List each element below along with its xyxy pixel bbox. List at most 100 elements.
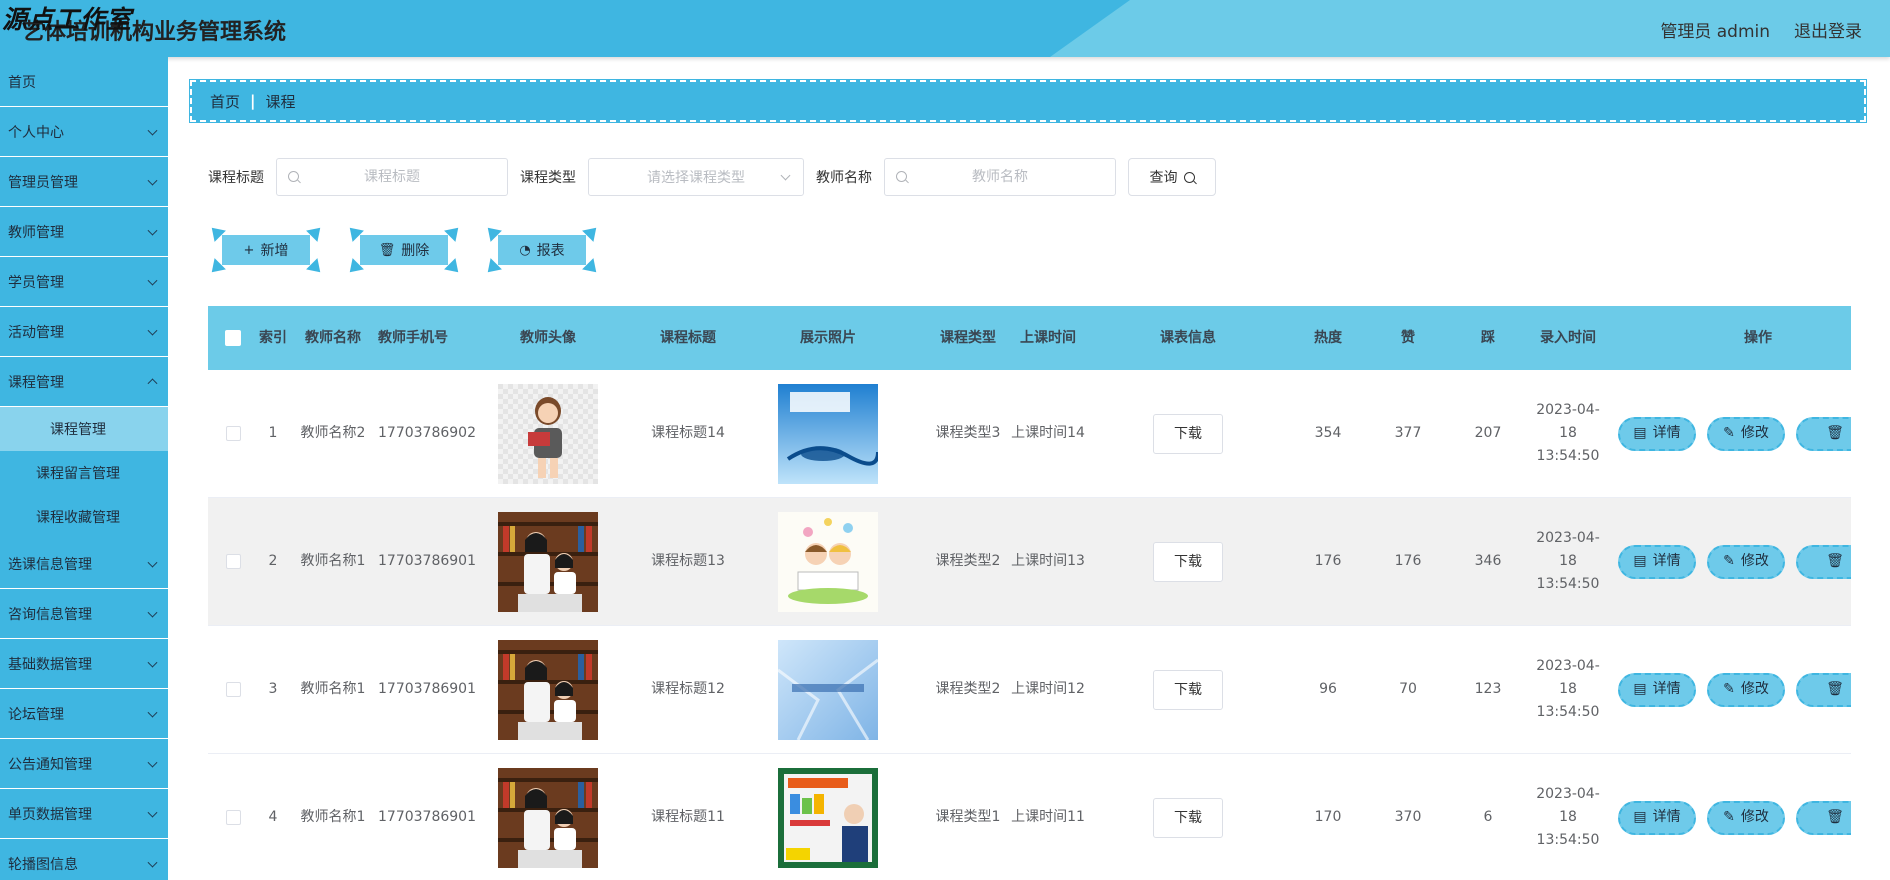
sidebar-subitem-course-favorites[interactable]: 课程收藏管理 — [0, 495, 168, 539]
table-row: 2 教师名称1 17703786901 课程标题13 课程类型2 上课时间13 … — [208, 498, 1851, 626]
teacher-name-label: 教师名称 — [816, 170, 872, 186]
cell-class-time: 上课时间13 — [1011, 553, 1085, 569]
cell-index: 1 — [268, 425, 278, 441]
trash-icon: 🗑 — [1826, 681, 1844, 697]
sidebar-item-label: 管理员管理 — [8, 174, 78, 191]
breadcrumb-separator: | — [250, 92, 256, 110]
sidebar-subitem-course-comments[interactable]: 课程留言管理 — [0, 451, 168, 495]
edit-button[interactable]: ✎ 修改 — [1707, 800, 1785, 835]
row-delete-button[interactable]: 🗑 — [1796, 800, 1851, 835]
sidebar-item-carousel[interactable]: 轮播图信息 — [0, 839, 168, 880]
sidebar-item-personal-center[interactable]: 个人中心 — [0, 107, 168, 157]
sidebar-item-label: 学员管理 — [8, 274, 64, 291]
sidebar-item-enrollment[interactable]: 选课信息管理 — [0, 539, 168, 589]
cell-class-time: 上课时间12 — [1011, 681, 1085, 697]
cell-index: 3 — [268, 681, 278, 697]
report-button[interactable]: ◔ 报表 — [482, 222, 602, 278]
download-button[interactable]: 下载 — [1153, 413, 1223, 454]
detail-button[interactable]: ▤ 详情 — [1618, 544, 1696, 579]
top-header: 源点工作室 艺体培训机构业务管理系统 管理员 admin 退出登录 — [0, 0, 1890, 57]
delete-button[interactable]: 🗑 删除 — [344, 222, 464, 278]
course-title-input[interactable] — [277, 158, 507, 196]
cell-course-type: 课程类型2 — [935, 553, 1001, 569]
breadcrumb: 首页 | 课程 — [189, 79, 1867, 123]
search-icon — [896, 171, 907, 182]
sidebar-item-teacher[interactable]: 教师管理 — [0, 207, 168, 257]
teacher-avatar-image — [498, 511, 598, 612]
sidebar-item-base-data[interactable]: 基础数据管理 — [0, 639, 168, 689]
col-course-title: 课程标题 — [660, 329, 716, 346]
sidebar-item-home[interactable]: 首页 — [0, 57, 168, 107]
detail-button[interactable]: ▤ 详情 — [1618, 672, 1696, 707]
cell-like: 176 — [1394, 553, 1422, 569]
sidebar-item-admin[interactable]: 管理员管理 — [0, 157, 168, 207]
sidebar-item-activity[interactable]: 活动管理 — [0, 307, 168, 357]
header-user-area: 管理员 admin 退出登录 — [1660, 17, 1862, 42]
col-schedule: 课表信息 — [1160, 329, 1216, 346]
select-all-checkbox[interactable] — [225, 329, 241, 346]
detail-button[interactable]: ▤ 详情 — [1618, 800, 1696, 835]
edit-button[interactable]: ✎ 修改 — [1707, 416, 1785, 451]
action-toolbar: + 新增 🗑 删除 ◔ 报表 — [206, 222, 602, 278]
course-photo — [778, 383, 878, 484]
trash-icon: 🗑 — [1826, 425, 1844, 441]
edit-button[interactable]: ✎ 修改 — [1707, 672, 1785, 707]
cell-like: 70 — [1399, 681, 1417, 697]
row-checkbox[interactable] — [225, 809, 241, 825]
cell-heat: 96 — [1319, 681, 1337, 697]
trash-icon: 🗑 — [1826, 809, 1844, 825]
detail-button[interactable]: ▤ 详情 — [1618, 416, 1696, 451]
download-button[interactable]: 下载 — [1153, 541, 1223, 582]
teacher-avatar-image — [498, 639, 598, 740]
chevron-down-icon — [147, 807, 158, 818]
chevron-down-icon — [147, 607, 158, 618]
col-dislike: 踩 — [1481, 329, 1495, 346]
col-like: 赞 — [1401, 329, 1415, 346]
cell-teacher-name: 教师名称2 — [300, 425, 366, 441]
download-button[interactable]: 下载 — [1153, 669, 1223, 710]
course-type-select[interactable]: 请选择课程类型 — [588, 158, 804, 196]
sidebar-item-single-page[interactable]: 单页数据管理 — [0, 789, 168, 839]
sidebar-item-notice[interactable]: 公告通知管理 — [0, 739, 168, 789]
add-button[interactable]: + 新增 — [206, 222, 326, 278]
chevron-down-icon — [147, 325, 158, 336]
chevron-down-icon — [780, 170, 791, 181]
row-checkbox[interactable] — [225, 681, 241, 697]
table-row: 1 教师名称2 17703786902 课程标题14 课程类型3 上课时间14 … — [208, 370, 1851, 498]
sidebar-item-label: 选课信息管理 — [8, 556, 92, 573]
course-type-placeholder: 请选择课程类型 — [647, 170, 745, 186]
cell-course-title: 课程标题11 — [651, 809, 725, 825]
sidebar-subitem-course-manage[interactable]: 课程管理 — [0, 407, 168, 451]
sidebar-item-label: 公告通知管理 — [8, 756, 92, 773]
sidebar-item-label: 首页 — [8, 74, 36, 91]
document-icon: ▤ — [1633, 553, 1647, 569]
breadcrumb-home[interactable]: 首页 — [210, 91, 240, 112]
cell-class-time: 上课时间11 — [1011, 809, 1085, 825]
sidebar: 首页 个人中心 管理员管理 教师管理 学员管理 活动管理 课程管理 课程管理 课… — [0, 57, 168, 880]
course-photo — [778, 511, 878, 612]
sidebar-item-consult[interactable]: 咨询信息管理 — [0, 589, 168, 639]
edit-button[interactable]: ✎ 修改 — [1707, 544, 1785, 579]
cell-index: 4 — [268, 809, 278, 825]
pie-chart-icon: ◔ — [519, 242, 531, 258]
cell-like: 377 — [1394, 425, 1422, 441]
row-delete-button[interactable]: 🗑 — [1796, 544, 1851, 579]
pencil-icon: ✎ — [1723, 425, 1735, 441]
search-icon — [288, 171, 299, 182]
col-operations: 操作 — [1744, 329, 1772, 346]
teacher-name-input[interactable] — [885, 158, 1115, 196]
cell-dislike: 123 — [1474, 681, 1502, 697]
chevron-down-icon — [147, 757, 158, 768]
chevron-down-icon — [147, 275, 158, 286]
download-button[interactable]: 下载 — [1153, 797, 1223, 838]
sidebar-item-course[interactable]: 课程管理 — [0, 357, 168, 407]
row-checkbox[interactable] — [225, 553, 241, 569]
query-button[interactable]: 查询 — [1128, 158, 1216, 196]
sidebar-item-forum[interactable]: 论坛管理 — [0, 689, 168, 739]
sidebar-item-label: 轮播图信息 — [8, 856, 78, 873]
row-delete-button[interactable]: 🗑 — [1796, 672, 1851, 707]
row-checkbox[interactable] — [225, 425, 241, 441]
logout-link[interactable]: 退出登录 — [1794, 17, 1862, 42]
row-delete-button[interactable]: 🗑 — [1796, 416, 1851, 451]
sidebar-item-student[interactable]: 学员管理 — [0, 257, 168, 307]
